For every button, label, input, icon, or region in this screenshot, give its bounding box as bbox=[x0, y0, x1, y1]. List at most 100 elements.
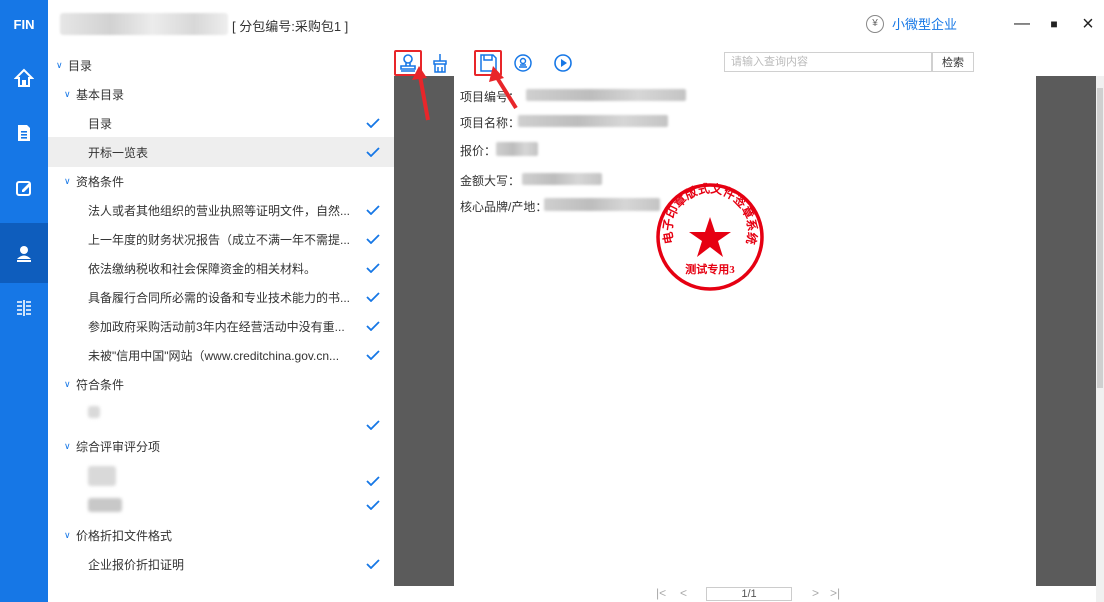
check-icon bbox=[366, 147, 380, 157]
section-label: 综合评审评分项 bbox=[76, 439, 161, 454]
document-icon bbox=[18, 125, 30, 141]
tree-item[interactable]: 法人或者其他组织的营业执照等证明文件，自然... bbox=[48, 195, 394, 225]
yuan-icon: ¥ bbox=[866, 14, 884, 33]
check-icon bbox=[366, 350, 380, 360]
redacted-label bbox=[88, 466, 116, 486]
user-nav-button[interactable] bbox=[0, 223, 48, 283]
section-label: 符合条件 bbox=[76, 377, 125, 392]
home-icon bbox=[14, 68, 34, 87]
tree-item[interactable] bbox=[48, 490, 394, 520]
check-icon bbox=[366, 118, 380, 128]
edit-nav-button[interactable] bbox=[0, 158, 48, 218]
tree-item[interactable]: 目录 bbox=[48, 108, 394, 138]
tree-root-label: 目录 bbox=[68, 58, 93, 73]
minimize-button[interactable]: — bbox=[1010, 12, 1034, 36]
tree-item-selected[interactable]: 开标一览表 bbox=[48, 137, 394, 167]
chevron-down-icon[interactable]: ∨ bbox=[64, 441, 71, 452]
tree-section[interactable]: ∨ 综合评审评分项 bbox=[48, 431, 394, 461]
split-icon bbox=[17, 300, 31, 316]
document-viewer: 检索 项目编号： 项目名称： 报价： 金额大写： 核心品牌/产地： 电子印章版式… bbox=[394, 50, 1104, 602]
document-nav-button[interactable] bbox=[0, 103, 48, 163]
check-icon bbox=[366, 321, 380, 331]
tree-section[interactable]: ∨ 资格条件 bbox=[48, 166, 394, 196]
project-name-redacted bbox=[60, 13, 228, 35]
tree-section[interactable]: ∨ 符合条件 bbox=[48, 369, 394, 399]
catalog-tree: ∨ 目录 ∨ 基本目录 目录 开标一览表 ∨ 资格条件 法人或者其他组织的营业执… bbox=[48, 50, 394, 602]
home-nav-button[interactable] bbox=[0, 48, 48, 108]
page-canvas[interactable]: 项目编号： 项目名称： 报价： 金额大写： 核心品牌/产地： 电子印章版式文件签… bbox=[394, 76, 1096, 586]
tree-item[interactable]: 未被"信用中国"网站（www.creditchina.gov.cn... bbox=[48, 340, 394, 370]
close-button[interactable]: × bbox=[1076, 12, 1100, 36]
redacted-value bbox=[522, 173, 602, 185]
app-logo: FIN bbox=[13, 16, 35, 32]
play-button[interactable] bbox=[549, 50, 577, 76]
tree-item[interactable]: 企业报价折扣证明 bbox=[48, 549, 394, 579]
tree-section[interactable]: ∨ 价格折扣文件格式 bbox=[48, 520, 394, 550]
tree-item[interactable]: 依法缴纳税收和社会保障资金的相关材料。 bbox=[48, 253, 394, 283]
item-label: 开标一览表 bbox=[88, 145, 149, 160]
tree-item[interactable]: 上一年度的财务状况报告（成立不满一年不需提... bbox=[48, 224, 394, 254]
search-button[interactable]: 检索 bbox=[932, 52, 974, 72]
last-page-button[interactable]: >| bbox=[830, 586, 840, 600]
redacted-value bbox=[544, 198, 660, 211]
user-icon bbox=[17, 246, 31, 262]
split-nav-button[interactable] bbox=[0, 278, 48, 338]
field-brand-origin: 核心品牌/产地： bbox=[460, 200, 548, 214]
edit-icon bbox=[16, 181, 31, 196]
chevron-down-icon[interactable]: ∨ bbox=[56, 60, 63, 71]
enterprise-label: 小微型企业 bbox=[892, 17, 958, 32]
item-label: 参加政府采购活动前3年内在经营活动中没有重... bbox=[88, 319, 345, 334]
tree-section[interactable]: ∨ 基本目录 bbox=[48, 79, 394, 109]
enterprise-type[interactable]: ¥ 小微型企业 bbox=[866, 14, 957, 33]
check-icon bbox=[366, 234, 380, 244]
redacted-value bbox=[518, 115, 668, 127]
page-indicator[interactable]: 1/1 bbox=[706, 587, 792, 601]
check-icon bbox=[366, 292, 380, 302]
seal-footer: 测试专用3 bbox=[685, 262, 735, 276]
chevron-down-icon[interactable]: ∨ bbox=[64, 176, 71, 187]
maximize-button[interactable]: ■ bbox=[1042, 12, 1066, 36]
item-label: 企业报价折扣证明 bbox=[88, 557, 185, 572]
tree-item[interactable]: 参加政府采购活动前3年内在经营活动中没有重... bbox=[48, 311, 394, 341]
annotation-arrows bbox=[412, 66, 518, 121]
check-icon bbox=[366, 559, 380, 569]
redacted-value bbox=[526, 89, 686, 101]
redacted-label bbox=[88, 406, 100, 418]
item-label: 目录 bbox=[88, 116, 113, 131]
section-label: 基本目录 bbox=[76, 87, 125, 102]
title-bar: [ 分包编号:采购包1 ] ¥ 小微型企业 — ■ × bbox=[48, 0, 1104, 50]
search-input[interactable] bbox=[724, 52, 932, 72]
document-page: 项目编号： 项目名称： 报价： 金额大写： 核心品牌/产地： 电子印章版式文件签… bbox=[454, 76, 1036, 586]
chevron-down-icon[interactable]: ∨ bbox=[64, 530, 71, 541]
section-label: 价格折扣文件格式 bbox=[76, 528, 173, 543]
redacted-label bbox=[88, 498, 122, 512]
next-page-button[interactable]: > bbox=[812, 586, 819, 600]
item-label: 依法缴纳税收和社会保障资金的相关材料。 bbox=[88, 261, 317, 276]
redacted-value bbox=[496, 142, 538, 156]
electronic-seal: 电子印章版式文件签章系统 测试专用3 bbox=[656, 181, 764, 291]
section-label: 资格条件 bbox=[76, 174, 125, 189]
prev-page-button[interactable]: < bbox=[680, 586, 687, 600]
first-page-button[interactable]: |< bbox=[656, 586, 666, 600]
chevron-down-icon[interactable]: ∨ bbox=[64, 379, 71, 390]
item-label: 未被"信用中国"网站（www.creditchina.gov.cn... bbox=[88, 348, 340, 363]
check-icon bbox=[366, 500, 380, 510]
check-icon bbox=[366, 205, 380, 215]
left-rail: FIN bbox=[0, 0, 48, 602]
pagination: |< < 1/1 > >| bbox=[394, 586, 1096, 602]
chevron-down-icon[interactable]: ∨ bbox=[64, 89, 71, 100]
item-label: 上一年度的财务状况报告（成立不满一年不需提... bbox=[88, 232, 351, 247]
star-icon bbox=[689, 217, 731, 257]
tree-item[interactable] bbox=[48, 460, 394, 490]
vertical-scrollbar[interactable] bbox=[1096, 76, 1104, 602]
field-amount-in-words: 金额大写： bbox=[460, 174, 521, 188]
tree-root[interactable]: ∨ 目录 bbox=[48, 50, 394, 80]
play-icon bbox=[554, 54, 572, 72]
tree-item[interactable]: 具备履行合同所必需的设备和专业技术能力的书... bbox=[48, 282, 394, 312]
package-title: [ 分包编号:采购包1 ] bbox=[232, 19, 349, 34]
item-label: 法人或者其他组织的营业执照等证明文件，自然... bbox=[88, 203, 351, 218]
scroll-thumb[interactable] bbox=[1097, 88, 1103, 388]
check-icon bbox=[366, 476, 380, 486]
item-label: 具备履行合同所必需的设备和专业技术能力的书... bbox=[88, 290, 351, 305]
check-icon bbox=[366, 420, 380, 430]
